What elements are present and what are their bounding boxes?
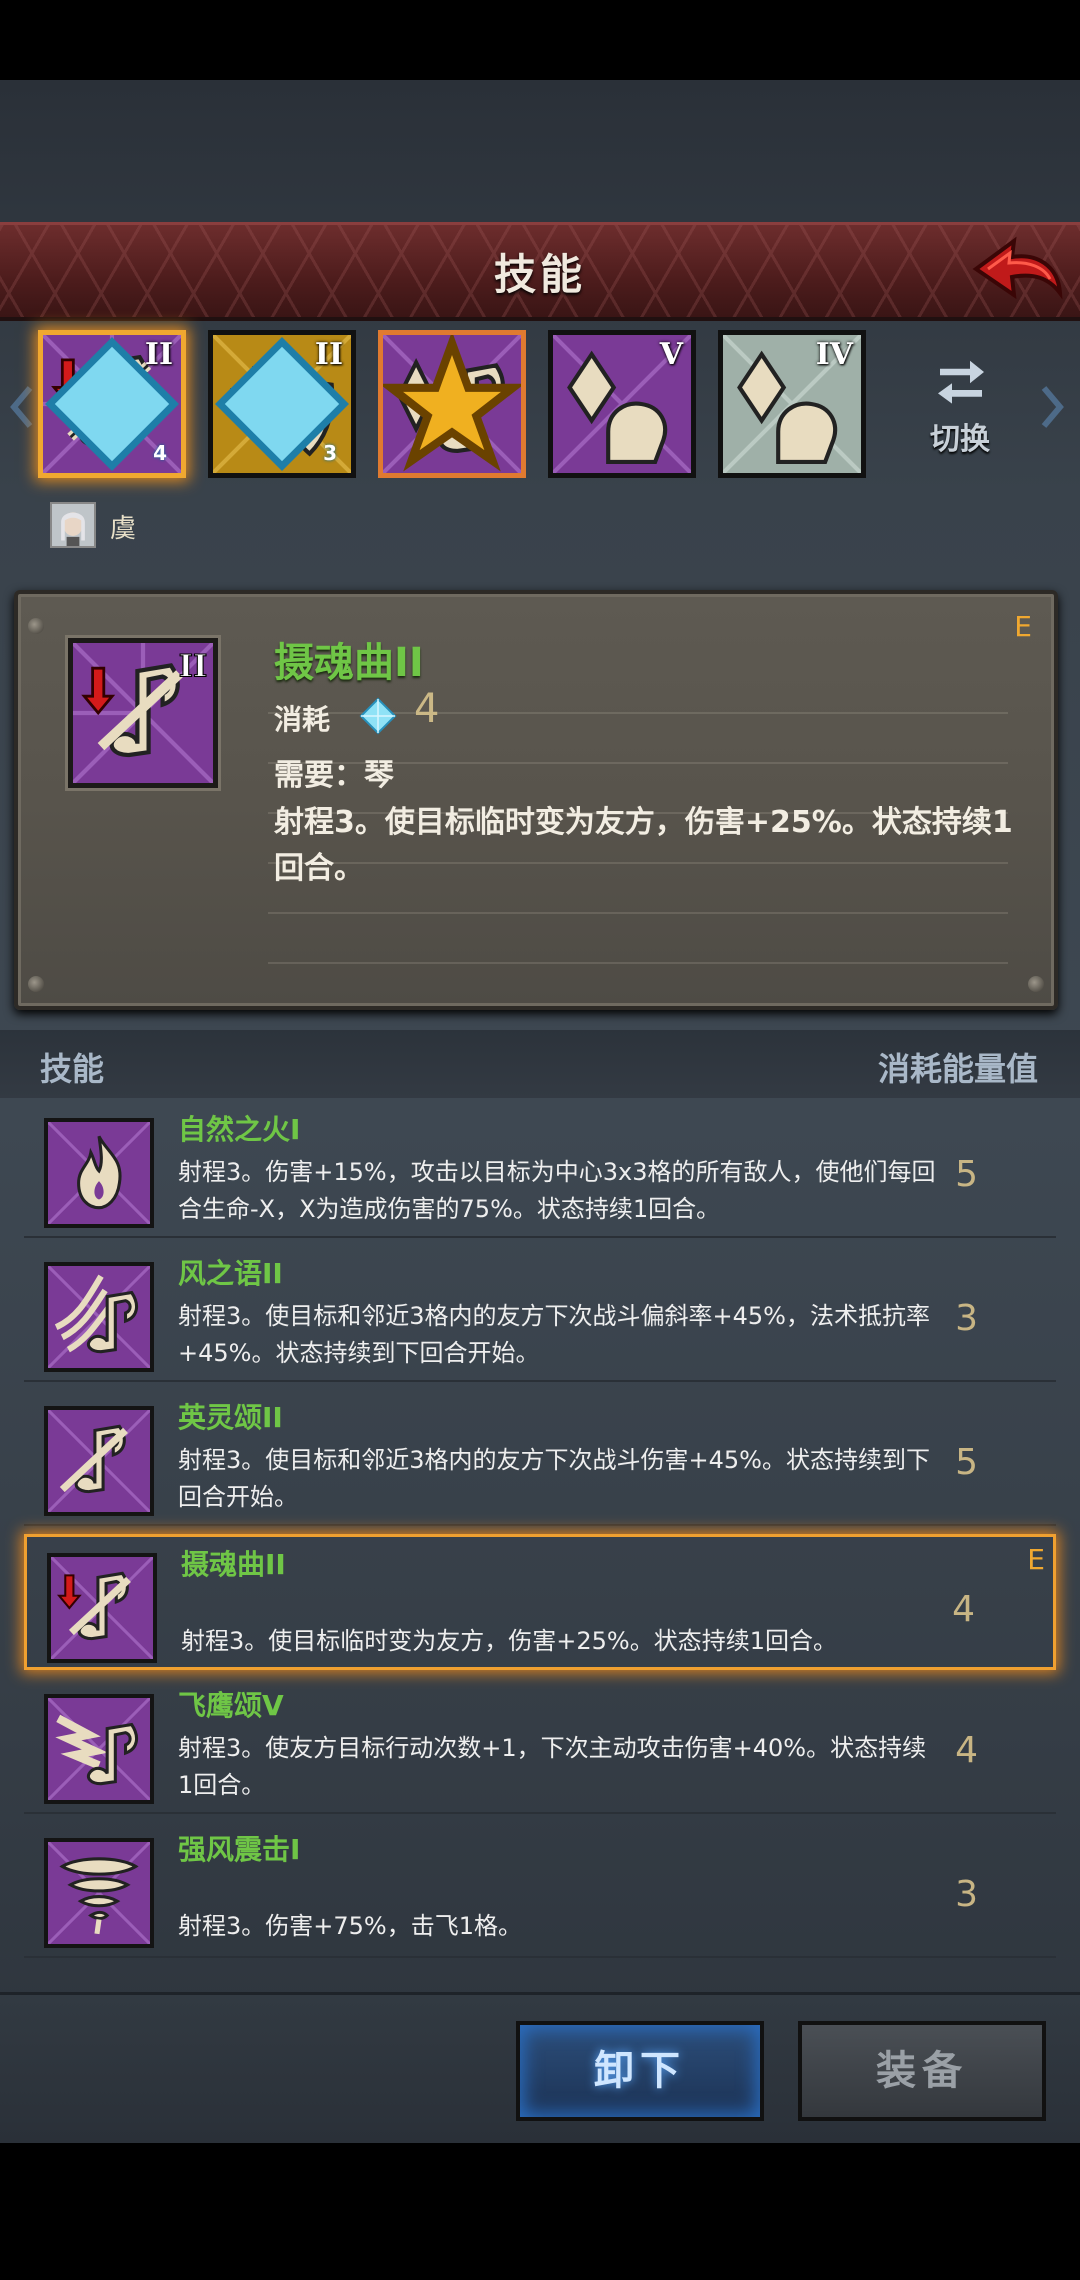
skill-cost: 5 <box>955 1154 978 1195</box>
energy-gem-icon <box>359 697 397 735</box>
skill-description: 射程3。伤害+15%，攻击以目标为中心3x3格的所有敌人，使他们每回合生命-X，… <box>178 1158 936 1223</box>
soul-song-icon <box>51 1557 153 1659</box>
equipped-mark: E <box>1027 1543 1045 1576</box>
skill-cost: 4 <box>952 1589 975 1630</box>
tornado-icon <box>48 1842 150 1944</box>
equip-button[interactable]: 装备 <box>798 2021 1046 2121</box>
svg-text:II: II <box>179 649 208 685</box>
skill-slot-4[interactable]: V <box>548 330 696 478</box>
list-item[interactable]: 英灵颂II 射程3。使目标和邻近3格内的友方下次战斗伤害+45%。状态持续到下回… <box>24 1390 1056 1526</box>
skill-slot-1[interactable]: II 4 <box>38 330 186 478</box>
list-item-selected[interactable]: 摄魂曲II 射程3。使目标临时变为友方，伤害+25%。状态持续1回合。 4 E <box>24 1534 1056 1670</box>
list-item[interactable]: 自然之火I 射程3。伤害+15%，攻击以目标为中心3x3格的所有敌人，使他们每回… <box>24 1102 1056 1238</box>
detail-skill-name: 摄魂曲II <box>274 640 424 686</box>
skill-description: 射程3。使目标和邻近3格内的友方下次战斗偏斜率+45%，法术抵抗率+45%。状态… <box>178 1302 930 1367</box>
skill-name: 摄魂曲II <box>181 1548 286 1581</box>
switch-button[interactable]: 切换 <box>912 352 1008 462</box>
page-title: 技能 <box>493 250 586 299</box>
next-arrow-icon[interactable] <box>1038 382 1068 432</box>
switch-label: 切换 <box>930 422 990 457</box>
fire-icon <box>48 1122 150 1224</box>
slot-gem-count: 4 <box>153 441 167 465</box>
slot-level: IV <box>815 337 853 372</box>
skill-icon <box>47 1553 157 1663</box>
wind-note-icon <box>48 1266 150 1368</box>
rivet-icon <box>1028 976 1044 992</box>
skill-slot-3[interactable] <box>378 330 526 478</box>
skill-name: 风之语II <box>178 1257 283 1290</box>
list-header-skill: 技能 <box>40 1050 105 1088</box>
skill-list-header: 技能 消耗能量值 <box>0 1030 1080 1098</box>
slot-level: V <box>659 337 683 372</box>
prev-arrow-icon[interactable] <box>6 382 36 432</box>
avatar[interactable] <box>50 502 96 548</box>
skill-slot-2[interactable]: II 3 <box>208 330 356 478</box>
skill-name: 飞鹰颂V <box>178 1689 284 1722</box>
requirement-text: 需要：琴 <box>274 758 394 793</box>
skill-description: 射程3。使友方目标行动次数+1，下次主动攻击伤害+40%。状态持续1回合。 <box>178 1734 927 1799</box>
skill-detail-panel: E II 摄魂曲II 消耗 4 需要：琴 射程3。使目标临时变为友方，伤害+25… <box>14 590 1058 1010</box>
skill-icon <box>44 1406 154 1516</box>
title-bar: 技能 <box>0 222 1080 321</box>
list-item[interactable]: 强风震击I 射程3。伤害+75%，击飞1格。 3 <box>24 1822 1056 1958</box>
skill-name: 自然之火I <box>178 1113 301 1146</box>
slot-gem-count: 3 <box>323 441 337 465</box>
skill-description: 射程3。使目标临时变为友方，伤害+25%。状态持续1回合。 <box>181 1627 837 1655</box>
equipped-mark: E <box>1014 610 1032 643</box>
swap-arrows-icon <box>938 360 984 404</box>
rivet-icon <box>28 618 44 634</box>
skill-slot-5[interactable]: IV <box>718 330 866 478</box>
skill-description: 射程3。伤害+75%，击飞1格。 <box>178 1912 522 1940</box>
rivet-icon <box>28 976 44 992</box>
star-icon <box>383 335 521 472</box>
skill-cost: 3 <box>955 1874 978 1915</box>
skill-cost: 5 <box>955 1442 978 1483</box>
list-item[interactable]: 飞鹰颂V 射程3。使友方目标行动次数+1，下次主动攻击伤害+40%。状态持续1回… <box>24 1678 1056 1814</box>
skill-icon <box>44 1838 154 1948</box>
detail-description: 射程3。使目标临时变为友方，伤害+25%。状态持续1回合。 <box>274 805 1013 886</box>
skill-icon <box>44 1118 154 1228</box>
detail-skill-icon: II <box>68 638 218 788</box>
equipped-skill-slots: II 4 II 3 V IV 切换 <box>0 322 1080 492</box>
eagle-note-icon <box>48 1698 150 1800</box>
skill-cost: 4 <box>955 1730 978 1771</box>
soul-song-icon: II <box>73 643 213 783</box>
skill-icon <box>44 1262 154 1372</box>
back-arrow-icon[interactable] <box>966 231 1066 311</box>
cost-value: 4 <box>414 686 440 732</box>
list-header-cost: 消耗能量值 <box>877 1050 1038 1088</box>
list-item[interactable]: 风之语II 射程3。使目标和邻近3格内的友方下次战斗偏斜率+45%，法术抵抗率+… <box>24 1246 1056 1382</box>
skill-name: 英灵颂II <box>178 1401 283 1434</box>
unequip-button[interactable]: 卸下 <box>516 2021 764 2121</box>
skill-name: 强风震击I <box>178 1833 301 1866</box>
skill-description: 射程3。使目标和邻近3格内的友方下次战斗伤害+45%。状态持续到下回合开始。 <box>178 1446 930 1511</box>
cost-label: 消耗 <box>274 703 331 736</box>
skill-cost: 3 <box>955 1298 978 1339</box>
sword-note-icon <box>48 1410 150 1512</box>
skill-list: 自然之火I 射程3。伤害+15%，攻击以目标为中心3x3格的所有敌人，使他们每回… <box>0 1102 1080 1982</box>
character-name: 虞 <box>110 514 137 544</box>
skill-icon <box>44 1694 154 1804</box>
action-bar: 卸下 装备 <box>0 1992 1080 2143</box>
